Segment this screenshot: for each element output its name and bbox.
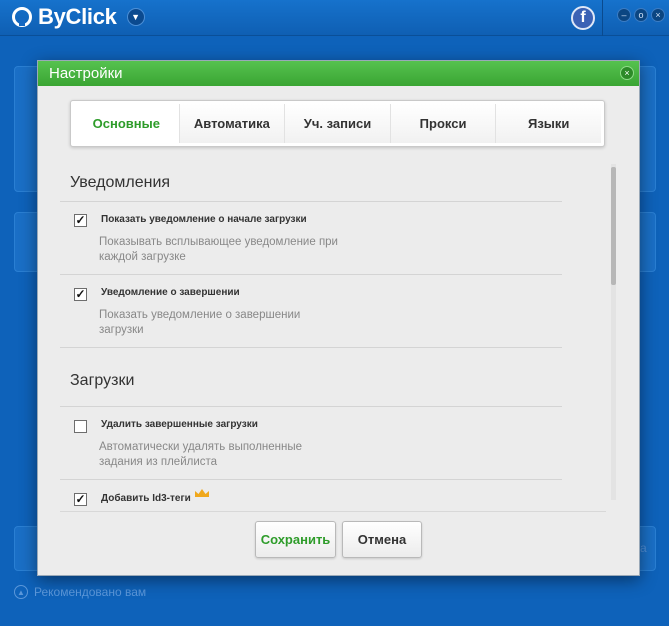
app-logo: ByClick ▼ bbox=[12, 4, 145, 29]
tab-automation[interactable]: Автоматика bbox=[179, 104, 286, 143]
tab-languages[interactable]: Языки bbox=[496, 104, 601, 143]
option-id3-tags: ✓ Добавить Id3-теги bbox=[60, 480, 562, 509]
recommend-section[interactable]: ▲ Рекомендовано вам bbox=[14, 585, 146, 599]
settings-scrollbar[interactable] bbox=[611, 164, 616, 500]
titlebar-divider bbox=[602, 0, 603, 36]
option-label: Добавить Id3-теги bbox=[101, 493, 191, 504]
divider bbox=[60, 347, 562, 348]
chevron-up-icon: ▲ bbox=[14, 585, 28, 599]
option-start-notification: ✓ Показать уведомление о начале загрузки… bbox=[60, 202, 562, 274]
id3-tags-checkbox[interactable]: ✓ bbox=[74, 493, 87, 506]
facebook-icon[interactable]: f bbox=[571, 6, 595, 30]
tab-proxy[interactable]: Прокси bbox=[390, 104, 497, 143]
option-complete-notification: ✓ Уведомление о завершении Показать увед… bbox=[60, 275, 562, 347]
option-label: Удалить завершенные загрузки bbox=[101, 419, 258, 430]
dialog-header: Настройки × bbox=[38, 61, 639, 86]
option-description: Показать уведомление о завершении загруз… bbox=[99, 309, 301, 336]
background-side-text: a bbox=[640, 541, 647, 555]
app-titlebar: ByClick ▼ f – o × bbox=[0, 0, 669, 36]
section-title-notifications: Уведомления bbox=[70, 174, 171, 191]
start-notification-checkbox[interactable]: ✓ bbox=[74, 214, 87, 227]
tab-basic[interactable]: Основные bbox=[74, 104, 180, 143]
delete-completed-checkbox[interactable] bbox=[74, 420, 87, 433]
section-title-downloads: Загрузки bbox=[70, 372, 135, 389]
option-description: Автоматически удалять выполненные задани… bbox=[99, 441, 303, 468]
app-menu-chevron-icon[interactable]: ▼ bbox=[126, 8, 145, 26]
option-label: Уведомление о завершении bbox=[101, 287, 240, 298]
recommend-label: Рекомендовано вам bbox=[34, 585, 147, 599]
app-title: ByClick bbox=[38, 4, 117, 29]
cancel-button[interactable]: Отмена bbox=[342, 521, 422, 558]
maximize-icon[interactable]: o bbox=[634, 8, 648, 22]
settings-content: Уведомления ✓ Показать уведомление о нач… bbox=[60, 164, 600, 509]
option-label: Показать уведомление о начале загрузки bbox=[101, 214, 307, 225]
crown-icon bbox=[195, 489, 209, 497]
complete-notification-checkbox[interactable]: ✓ bbox=[74, 288, 87, 301]
dialog-title: Настройки bbox=[49, 65, 123, 82]
settings-dialog: Настройки × Основные Автоматика Уч. запи… bbox=[37, 60, 640, 576]
byclick-logo-icon bbox=[12, 7, 32, 27]
option-delete-completed: Удалить завершенные загрузки Автоматичес… bbox=[60, 407, 562, 479]
save-button[interactable]: Сохранить bbox=[255, 521, 336, 558]
scrollbar-thumb[interactable] bbox=[611, 167, 616, 285]
dialog-close-icon[interactable]: × bbox=[620, 66, 634, 80]
option-description: Показывать всплывающее уведомление при к… bbox=[99, 236, 338, 263]
settings-tabs: Основные Автоматика Уч. записи Прокси Яз… bbox=[70, 100, 605, 147]
close-icon[interactable]: × bbox=[651, 8, 665, 22]
tab-accounts[interactable]: Уч. записи bbox=[285, 104, 391, 143]
footer-divider bbox=[60, 511, 606, 512]
minimize-icon[interactable]: – bbox=[617, 8, 631, 22]
